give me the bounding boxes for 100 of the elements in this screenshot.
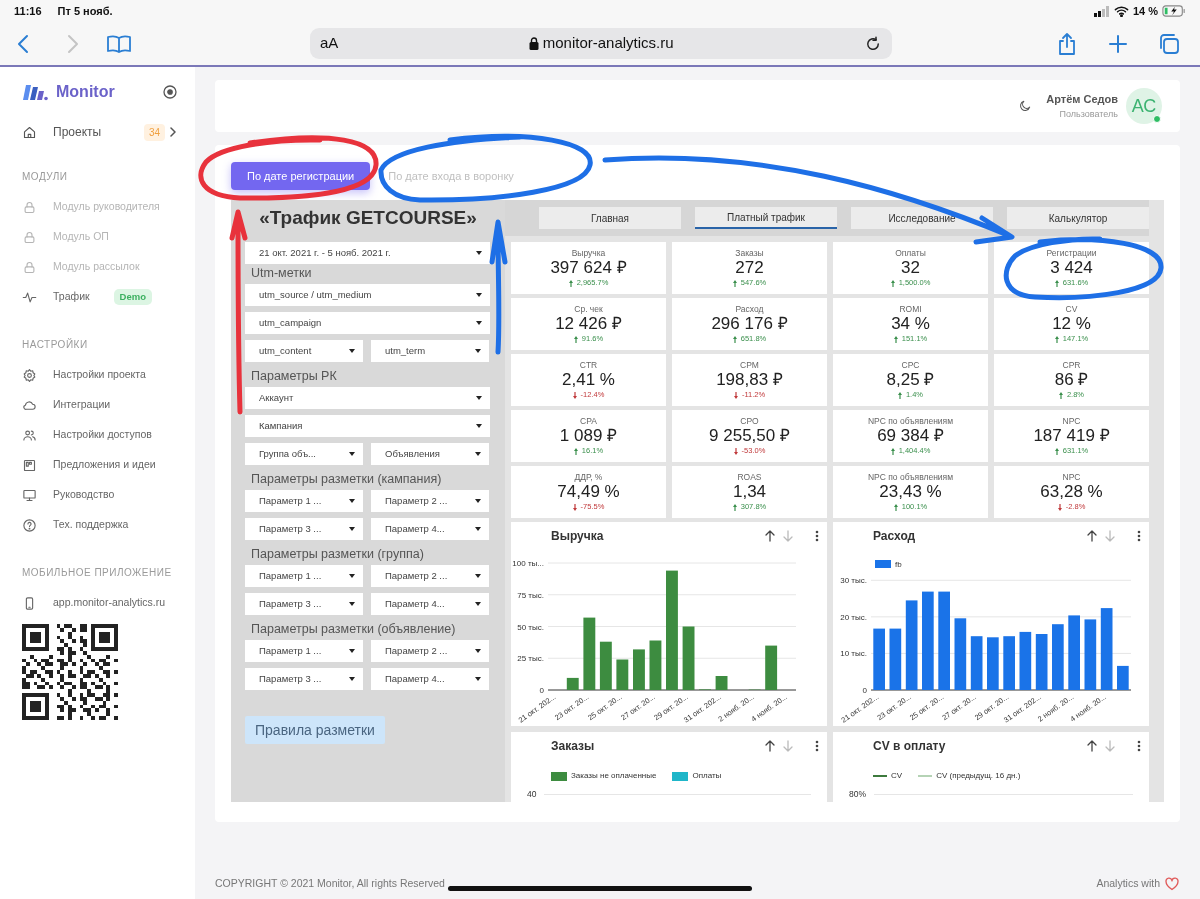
report-title: «Трафик GETCOURSE» (258, 206, 478, 230)
more-icon[interactable] (1137, 530, 1141, 542)
heart-icon (1164, 876, 1180, 892)
dropdown[interactable]: utm_campaign (245, 312, 490, 334)
user-name: Артём Седов (1046, 92, 1118, 107)
dropdown[interactable]: Кампания (245, 415, 490, 437)
lock-icon (22, 259, 37, 275)
dropdown[interactable]: Параметр 3 ... (245, 518, 363, 540)
dropdown[interactable]: Объявления (371, 443, 489, 465)
kpi-label: CPR (1061, 360, 1082, 370)
moon-icon[interactable] (1018, 99, 1033, 113)
chart-title: CV в оплату (873, 738, 946, 755)
brand-link[interactable]: Monitor (317, 877, 352, 889)
reload-icon[interactable] (864, 34, 882, 53)
battery-icon (1162, 5, 1186, 17)
sort-up-icon[interactable] (765, 530, 775, 542)
group-heading: Utm-метки (251, 265, 313, 281)
kpi-value: 2,41 % (561, 370, 616, 390)
dropdown[interactable]: utm_content (245, 340, 363, 362)
bar (599, 641, 612, 690)
text-size-button[interactable]: aA (320, 32, 339, 55)
arrow-up-icon (893, 335, 898, 343)
arrow-up-icon (1054, 335, 1059, 343)
arrow-up-icon (1054, 279, 1059, 287)
dropdown[interactable]: Параметр 3 ... (245, 593, 363, 615)
report-tab[interactable]: Калькулятор (1007, 207, 1149, 229)
dropdown[interactable]: Параметр 2 ... (371, 490, 489, 512)
kpi-label: CPA (579, 416, 598, 426)
dropdown[interactable]: utm_source / utm_medium (245, 284, 490, 306)
sidebar-item[interactable]: Настройки проекта (22, 360, 177, 390)
sidebar-item[interactable]: Предложения и идеи (22, 450, 177, 480)
lock-icon (22, 229, 37, 245)
more-icon[interactable] (1137, 740, 1141, 752)
dropdown[interactable]: Параметр 4... (371, 518, 489, 540)
dropdown[interactable]: Параметр 1 ... (245, 565, 363, 587)
more-icon[interactable] (815, 530, 819, 542)
kpi-label: CPO (739, 416, 760, 426)
arrow-up-icon (893, 503, 898, 511)
axis-label: 75 тыс. (517, 590, 544, 600)
sidebar-item[interactable]: Трафик Demo (22, 282, 177, 312)
pulse-icon (22, 289, 37, 305)
axis-label: 30 тыс. (840, 576, 867, 586)
more-icon[interactable] (815, 740, 819, 752)
dropdown[interactable]: Параметр 4... (371, 593, 489, 615)
battery-percent: 14 % (1132, 3, 1158, 19)
tabs-icon[interactable] (1158, 32, 1180, 55)
caret-icon (475, 574, 481, 578)
sidebar-item[interactable]: app.monitor-analytics.ru (22, 588, 177, 618)
sort-up-icon[interactable] (1087, 530, 1097, 542)
arrow-down-icon (733, 447, 738, 455)
add-tab-icon[interactable] (1108, 33, 1128, 54)
share-icon[interactable] (1056, 31, 1078, 56)
group-heading: Параметры разметки (группа) (251, 546, 425, 562)
caret-icon (476, 251, 482, 255)
caret-icon (349, 649, 355, 653)
sort-up-icon[interactable] (765, 740, 775, 752)
clock-time: 11:16 (14, 3, 42, 19)
book-icon[interactable] (106, 32, 132, 55)
bar (1035, 634, 1048, 690)
dropdown[interactable]: Параметр 2 ... (371, 640, 489, 662)
sidebar-item[interactable]: Тех. поддержка (22, 510, 177, 540)
users-icon (22, 427, 37, 443)
target-icon[interactable] (163, 85, 177, 99)
report-tab[interactable]: Платный трафик (695, 207, 837, 229)
kpi-label: Выручка (570, 248, 607, 258)
dropdown[interactable]: 21 окт. 2021 г. - 5 нояб. 2021 г. (245, 242, 490, 264)
bar (889, 628, 902, 690)
kpi-label: Заказы (734, 248, 765, 258)
date-text: Пт 5 нояб. (57, 3, 113, 19)
date-mode-button[interactable]: По дате регистрации (231, 162, 371, 190)
legend-item: CV (873, 770, 903, 782)
dropdown[interactable]: Параметр 1 ... (245, 490, 363, 512)
sidebar-item[interactable]: Интеграции (22, 390, 177, 420)
dropdown[interactable]: Параметр 1 ... (245, 640, 363, 662)
arrow-down-icon (733, 391, 738, 399)
axis-label: 25 тыс. (517, 654, 544, 664)
caret-icon (476, 396, 482, 400)
dropdown[interactable]: Группа объ... (245, 443, 363, 465)
chevron-right-icon (169, 127, 177, 137)
lock-icon (528, 37, 539, 50)
report-tab[interactable]: Главная (539, 207, 681, 229)
axis-label: 100 ты... (512, 559, 544, 568)
bar (1019, 631, 1032, 690)
projects-link[interactable]: Проекты 34 (22, 120, 177, 144)
sort-up-icon[interactable] (1087, 740, 1097, 752)
kpi-value: 8,25 ₽ (885, 370, 936, 390)
dropdown[interactable]: utm_term (371, 340, 489, 362)
dropdown[interactable]: Параметр 3 ... (245, 668, 363, 690)
dropdown[interactable]: Аккаунт (245, 387, 490, 409)
bar (873, 628, 885, 690)
sidebar-item[interactable]: Настройки доступов (22, 420, 177, 450)
sidebar-item[interactable]: Руководство (22, 480, 177, 510)
rules-button[interactable]: Правила разметки (245, 716, 385, 744)
kpi-label: CV (1064, 304, 1079, 314)
copyright-text: COPYRIGHT © 2021 Monitor, All rights Reserved (215, 876, 445, 891)
bar (633, 649, 645, 690)
chart-title: Расход (873, 528, 916, 545)
dropdown[interactable]: Параметр 2 ... (371, 565, 489, 587)
kpi-label: CTR (578, 360, 599, 370)
dropdown[interactable]: Параметр 4... (371, 668, 489, 690)
